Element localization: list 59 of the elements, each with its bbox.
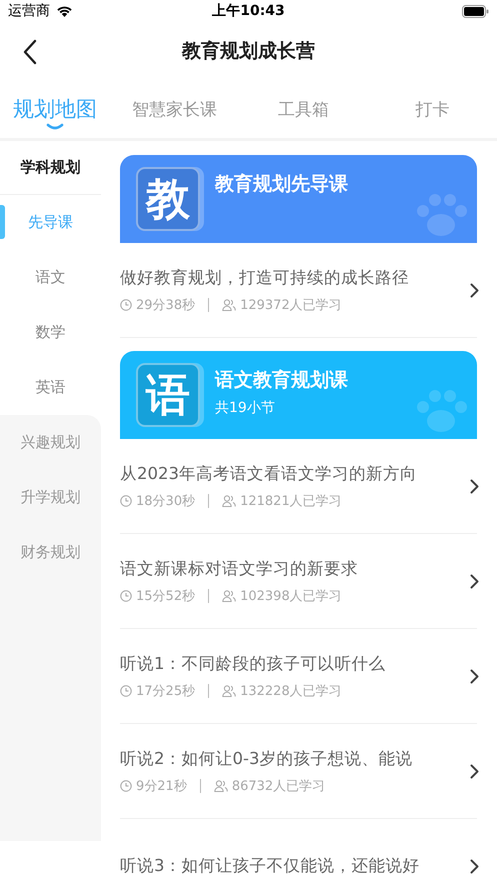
page-title: 教育规划成长营 [182,39,315,64]
lesson-count: 共19小节 [215,399,276,417]
selection-bar [0,205,5,239]
carrier-name: 运营商 [8,2,50,20]
sidebar-item[interactable]: 先导课 [0,195,101,250]
course-badge: 教 [136,167,200,231]
lesson-duration: 15分52秒 [136,588,196,604]
course-banner[interactable]: 语 语文教育规划课 共19小节 [120,351,477,439]
chevron-right-icon[interactable] [470,574,479,588]
learner-count: 102398人已学习 [240,588,342,604]
chevron-right-icon[interactable] [470,858,479,874]
chevron-right-icon[interactable] [470,764,479,778]
tab[interactable]: 工具箱 [238,80,368,138]
tab[interactable]: 智慧家长课 [110,80,239,138]
back-icon[interactable] [22,39,38,65]
lesson-title[interactable]: 从2023年高考语文看语文学习的新方向 [120,462,470,484]
battery-icon [462,4,489,18]
users-icon [222,298,236,310]
tab[interactable]: 打卡 [368,80,497,138]
users-icon [222,590,236,602]
sidebar-section[interactable]: 兴趣规划 [0,415,101,470]
clock-icon [120,780,132,792]
clock-icon [120,298,132,310]
lesson-duration: 17分25秒 [136,682,196,700]
learner-count: 121821人已学习 [240,492,342,510]
sidebar-section[interactable]: 学科规划 [0,141,101,195]
wifi-icon [56,5,73,17]
sidebar-item[interactable]: 语文 [0,250,101,305]
course-banner[interactable]: 教 教育规划先导课 [120,155,477,243]
tab-indicator-icon [46,123,64,130]
sidebar-section[interactable]: 升学规划 [0,470,101,525]
lesson-title[interactable]: 听说3：如何让孩子不仅能说，还能说好 [120,855,470,877]
chevron-right-icon[interactable] [470,282,479,298]
users-icon [214,780,228,792]
lesson-duration: 29分38秒 [136,296,196,314]
sidebar-item[interactable]: 英语 [0,360,101,415]
sidebar-item[interactable]: 数学 [0,305,101,360]
sidebar-section[interactable]: 财务规划 [0,525,101,580]
users-icon [222,684,236,696]
learner-count: 86732人已学习 [232,778,326,794]
lesson-title[interactable]: 语文新课标对语文学习的新要求 [120,558,470,580]
course-badge: 语 [136,363,200,427]
tab[interactable]: 规划地图 [0,80,110,138]
lesson-duration: 9分21秒 [136,778,187,794]
chevron-right-icon[interactable] [470,668,479,684]
chevron-right-icon[interactable] [470,478,479,494]
users-icon [222,494,236,506]
learner-count: 132228人已学习 [240,682,342,700]
status-time: 上午10:43 [212,2,285,20]
lesson-title[interactable]: 听说1：不同龄段的孩子可以听什么 [120,652,470,674]
lesson-duration: 18分30秒 [136,492,196,510]
course-title: 教育规划先导课 [215,172,348,197]
course-title: 语文教育规划课 [215,368,348,393]
lesson-title[interactable]: 听说2：如何让0-3岁的孩子想说、能说 [120,748,470,770]
clock-icon [120,590,132,602]
learner-count: 129372人已学习 [240,296,342,314]
lesson-title[interactable]: 做好教育规划，打造可持续的成长路径 [120,266,470,288]
clock-icon [120,684,132,696]
clock-icon [120,494,132,506]
